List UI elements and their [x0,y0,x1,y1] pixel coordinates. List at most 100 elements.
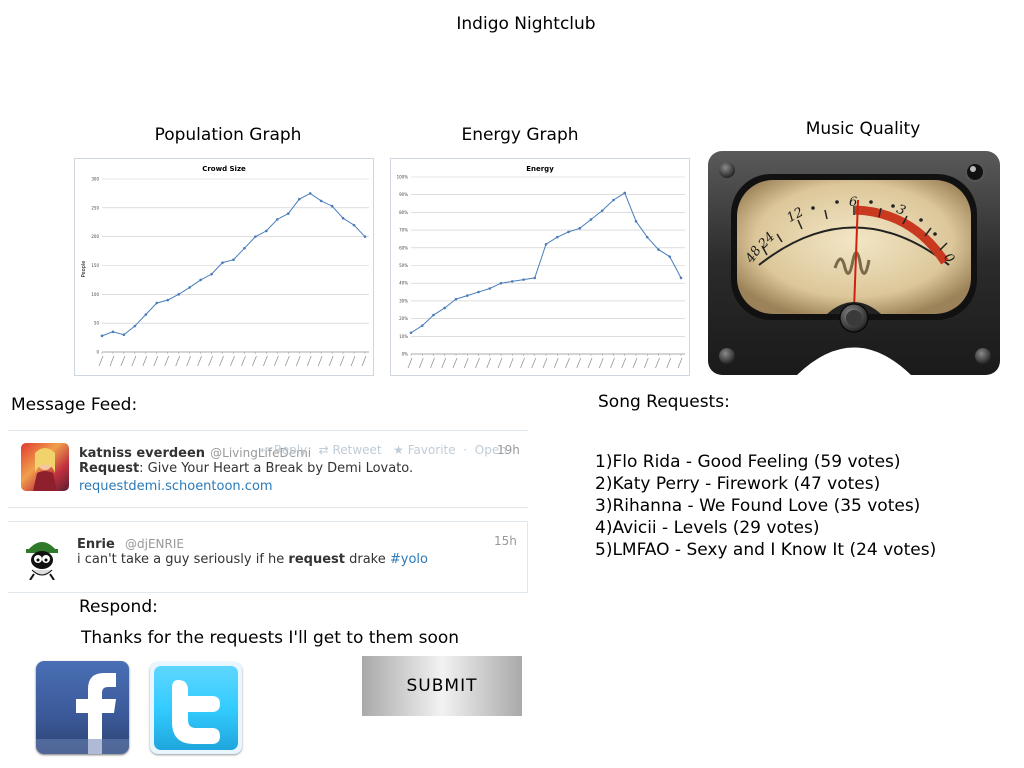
data-point [111,330,115,334]
message-feed-label: Message Feed: [11,395,138,415]
meter-label: 6 [849,195,857,210]
x-tick-label [263,355,268,367]
tweet-author-handle[interactable]: @djENRIE [125,537,184,551]
reply-action[interactable]: Reply [274,443,307,457]
data-point [589,218,593,221]
x-tick-label [109,355,115,367]
song-request-item[interactable]: 3)Rihanna - We Found Love (35 votes) [595,495,936,517]
x-tick-label [98,355,104,367]
indicator-lamp-icon [965,162,985,182]
x-tick-label [632,357,638,369]
population-chart-svg: Crowd Size People 0 50 100 150 200 250 300 [81,165,369,367]
avatar[interactable] [21,443,69,491]
x-tick-label [164,355,170,367]
y-tick-label: 60% [399,245,408,250]
reply-icon[interactable]: ↩ [260,443,270,457]
data-point [319,199,323,203]
tweet-author-name[interactable]: Enrie [77,537,115,552]
y-tick-label: 30% [399,298,408,303]
energy-graph-heading: Energy Graph [461,125,579,145]
retweet-icon[interactable]: ⇄ [319,443,329,457]
x-tick-label [486,357,492,369]
favorite-action[interactable]: Favorite [408,443,456,457]
data-point [488,287,492,290]
favorite-icon[interactable]: ★ [393,443,404,457]
data-point [510,280,514,283]
data-point [133,324,137,328]
music-quality-heading: Music Quality [805,119,921,139]
data-point [668,255,672,258]
facebook-icon[interactable] [36,661,129,754]
x-tick-label [186,355,191,367]
hashtag-link[interactable]: #yolo [390,552,428,567]
data-point [341,216,345,220]
y-tick-label: 300 [91,177,99,182]
chart-title: Energy [526,165,554,173]
x-tick-label [598,357,604,369]
song-request-item[interactable]: 5)LMFAO - Sexy and I Know It (24 votes) [595,539,936,561]
x-tick-label [610,357,615,369]
energy-chart-svg: Energy 0% 10% 20% 30% 40% 50% 60% 70% 80% 90% 100% [397,165,685,369]
x-tick-label [328,355,334,367]
data-point [297,197,301,201]
y-tick-label: 0 [96,350,99,355]
x-tick-label [175,355,181,367]
tweet-text-bold: request [288,552,345,567]
x-tick-label [317,355,323,367]
x-tick-label [520,357,525,369]
x-tick-label [407,357,413,369]
twitter-icon[interactable] [150,662,242,754]
x-tick-label [361,355,367,367]
avatar[interactable] [22,536,62,581]
data-point [578,227,582,230]
data-point [352,223,356,227]
song-request-item[interactable]: 4)Avicii - Levels (29 votes) [595,517,936,539]
x-tick-label [508,357,514,369]
data-point [522,278,525,281]
tweet-time[interactable]: 15h [494,534,517,548]
tweet-2[interactable]: Enrie @djENRIE 15h i can't take a guy se… [8,521,528,593]
submit-button[interactable]: SUBMIT [362,656,522,716]
x-tick-label [230,355,235,367]
x-tick-label [306,355,312,367]
x-tick-label [553,357,559,369]
song-request-item[interactable]: 2)Katy Perry - Firework (47 votes) [595,473,936,495]
tweet-text-body: i can't take a guy seriously if he [77,552,289,567]
song-request-item[interactable]: 1)Flo Rida - Good Feeling (59 votes) [595,451,936,473]
tweet-link[interactable]: requestdemi.schoentoon.com [79,479,273,494]
data-point [308,192,312,195]
data-point [443,306,447,310]
data-point [465,294,469,297]
x-tick-label [252,355,257,367]
retweet-action[interactable]: Retweet [332,443,381,457]
data-point [499,281,503,285]
data-point [199,278,202,282]
page-title: Indigo Nightclub [456,14,596,34]
x-tick-label [153,355,159,367]
x-tick-label [677,357,683,369]
tweet-text: i can't take a guy seriously if he reque… [77,552,428,567]
x-tick-label [621,357,627,369]
series-line [410,192,682,334]
data-point [600,209,604,212]
vu-meter-svg: 48 24 12 6 3 0 [708,151,1000,375]
tweet-text-body: drake [344,552,390,567]
response-input[interactable]: Thanks for the requests I'll get to them… [81,628,459,648]
y-tick-label: 20% [399,316,408,321]
y-tick-label: 250 [91,205,99,210]
y-tick-label: 70% [399,228,408,233]
x-tick-label [274,355,279,367]
x-tick-label [666,357,672,369]
data-point [679,276,683,280]
tweet-author-name[interactable]: katniss everdeen [79,446,205,461]
tweet-1[interactable]: katniss everdeen @LivingLifeDemi ↩ Reply… [8,430,528,508]
avatar-image [26,542,58,581]
data-point [544,242,548,246]
vu-meter: 48 24 12 6 3 0 [707,150,1001,376]
data-point [363,235,367,238]
x-tick-label [197,355,202,367]
tweet-actions: ↩ Reply ⇄ Retweet ★ Favorite · Open [260,443,507,457]
y-tick-label: 50% [399,263,408,268]
data-point [420,324,424,327]
tweet-time[interactable]: 19h [497,443,520,457]
